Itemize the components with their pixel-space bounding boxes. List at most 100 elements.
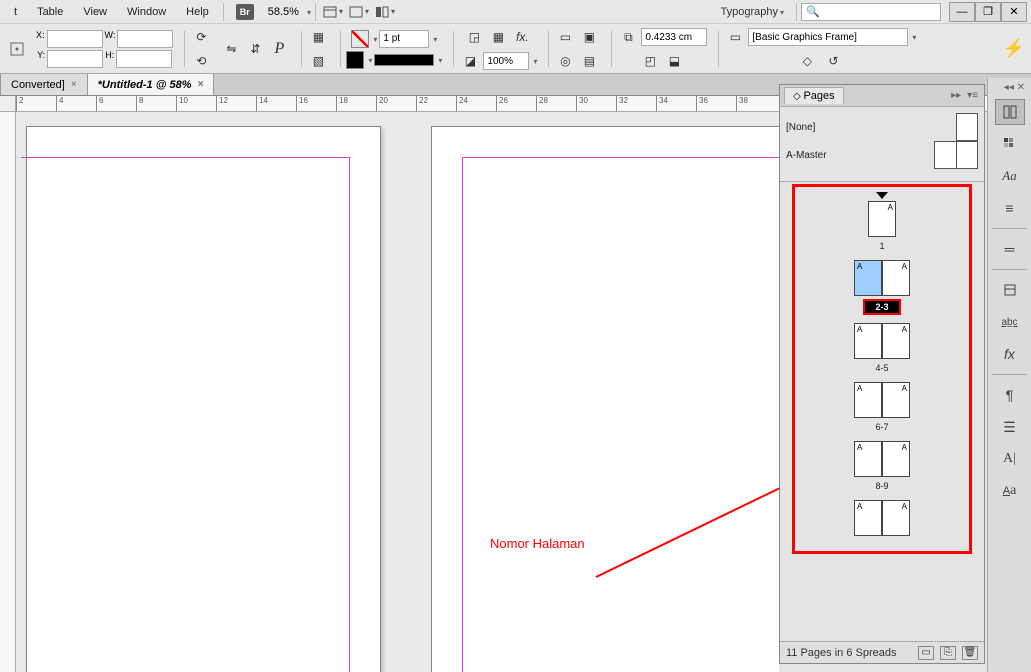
wrap-shape-icon[interactable]: ◎ xyxy=(554,50,576,72)
swatches-panel-icon[interactable] xyxy=(995,131,1025,157)
ruler-origin[interactable] xyxy=(0,96,16,112)
quick-apply-icon[interactable]: ⚡ xyxy=(1003,38,1025,59)
menu-item-window[interactable]: Window xyxy=(117,6,176,18)
flip-v-icon[interactable]: ⇵ xyxy=(244,38,266,60)
spread-block[interactable]: AA4-5 xyxy=(780,323,984,374)
screen-mode-icon[interactable] xyxy=(347,2,371,22)
menu-item-table[interactable]: Table xyxy=(27,6,73,18)
menu-item-help[interactable]: Help xyxy=(176,6,219,18)
spread-block[interactable]: A1 xyxy=(780,192,984,252)
spread-thumb[interactable]: AA xyxy=(854,323,910,359)
view-options-icon[interactable] xyxy=(321,2,345,22)
character-panel-icon[interactable]: Aa xyxy=(995,163,1025,189)
corner-shape-icon[interactable]: ◰ xyxy=(639,50,661,72)
spread-label[interactable] xyxy=(876,539,888,541)
page-thumb[interactable]: A xyxy=(882,500,910,536)
close-tab-icon[interactable]: × xyxy=(198,79,204,90)
text-icon[interactable]: P xyxy=(268,38,290,60)
spread-label[interactable]: 8-9 xyxy=(869,480,894,492)
menu-item-t[interactable]: t xyxy=(4,6,27,18)
close-button[interactable]: ✕ xyxy=(1001,2,1027,22)
page-thumb[interactable]: A xyxy=(854,500,882,536)
minimize-button[interactable]: — xyxy=(949,2,975,22)
links-panel-icon[interactable] xyxy=(995,277,1025,303)
edit-page-size-icon[interactable]: ▭ xyxy=(918,646,934,660)
wrap-bound-icon[interactable]: ▣ xyxy=(578,26,600,48)
doc-tab-1[interactable]: *Untitled-1 @ 58% × xyxy=(87,73,215,95)
page-thumb[interactable]: A xyxy=(854,441,882,477)
dim-field[interactable] xyxy=(641,28,707,46)
object-style-dropdown-icon[interactable] xyxy=(910,31,916,43)
para-style-panel-icon[interactable]: ¶ xyxy=(995,382,1025,408)
page-thumb[interactable]: A xyxy=(882,382,910,418)
corner-icon[interactable]: ◲ xyxy=(463,26,485,48)
master-none[interactable]: [None] xyxy=(786,122,815,133)
spread-thumb[interactable]: AA xyxy=(854,500,910,536)
fill-swatch[interactable] xyxy=(351,30,369,48)
spread-label[interactable]: 1 xyxy=(873,240,890,252)
delete-page-icon[interactable]: 🗑 xyxy=(962,646,978,660)
spread-thumb[interactable]: A xyxy=(868,201,896,237)
char-style-panel-icon[interactable]: A| xyxy=(995,446,1025,472)
zoom-dropdown-icon[interactable] xyxy=(305,6,311,18)
master-a-thumb[interactable] xyxy=(934,141,978,169)
rotate-ccw-icon[interactable]: ⟲ xyxy=(190,50,212,72)
close-tab-icon[interactable]: × xyxy=(71,79,77,90)
stroke-panel-icon[interactable]: ═ xyxy=(995,236,1025,262)
opacity-icon[interactable]: ▦ xyxy=(487,26,509,48)
menu-item-view[interactable]: View xyxy=(73,6,117,18)
bridge-icon[interactable]: Br xyxy=(236,4,254,20)
spread-block[interactable]: AA xyxy=(780,500,984,541)
doc-tab-0[interactable]: Converted] × xyxy=(0,73,88,95)
page-left[interactable] xyxy=(26,126,381,672)
w-field[interactable] xyxy=(117,30,173,48)
spread-label[interactable]: 2-3 xyxy=(863,299,900,315)
spread-thumb[interactable]: AA xyxy=(854,441,910,477)
fill-dropdown-icon[interactable] xyxy=(371,33,377,45)
drop-shadow-icon[interactable]: ◪ xyxy=(459,50,481,72)
stroke-style-dropdown-icon[interactable] xyxy=(436,54,442,66)
vertical-ruler[interactable] xyxy=(0,112,16,672)
panel-tab-pages[interactable]: ◇ Pages xyxy=(784,87,844,104)
opacity-dropdown-icon[interactable] xyxy=(531,55,537,67)
wrap-none-icon[interactable]: ▭ xyxy=(554,26,576,48)
page-thumb[interactable]: A xyxy=(882,323,910,359)
ref-point-icon[interactable] xyxy=(6,38,28,60)
obj-style-icon[interactable]: ▭ xyxy=(724,26,746,48)
flip-h-icon[interactable]: ⇋ xyxy=(220,38,242,60)
new-page-icon[interactable]: ⎘ xyxy=(940,646,956,660)
page-right[interactable] xyxy=(431,126,779,672)
stroke-weight-dropdown-icon[interactable] xyxy=(431,33,437,45)
fx-icon[interactable]: fx. xyxy=(511,26,533,48)
workspace-switcher[interactable]: Typography xyxy=(713,4,793,20)
pages-list[interactable]: A1AA2-3AA4-5AA6-7AA8-9AA xyxy=(780,182,984,641)
maximize-button[interactable]: ❐ xyxy=(975,2,1001,22)
panel-collapse-icon[interactable]: ▸▸ xyxy=(949,90,963,101)
page-thumb[interactable]: A xyxy=(854,323,882,359)
x-field[interactable] xyxy=(47,30,103,48)
object-style-field[interactable] xyxy=(748,28,908,46)
select-content-icon[interactable]: ▧ xyxy=(307,50,329,72)
lines-panel-icon[interactable]: ☰ xyxy=(995,414,1025,440)
panel-menu-icon[interactable]: ▾≡ xyxy=(965,90,980,101)
paragraph-panel-icon[interactable]: ≡ xyxy=(995,195,1025,221)
page-thumb[interactable]: A xyxy=(882,260,910,296)
spread-thumb[interactable]: AA xyxy=(854,382,910,418)
clear-override-icon[interactable]: ◇ xyxy=(796,50,818,72)
redefine-style-icon[interactable]: ↺ xyxy=(822,50,844,72)
h-field[interactable] xyxy=(116,50,172,68)
effects-panel-icon[interactable]: fx xyxy=(995,341,1025,367)
rotate-cw-icon[interactable]: ⟳ xyxy=(190,26,212,48)
opacity-field[interactable] xyxy=(483,52,529,70)
arrange-docs-icon[interactable] xyxy=(373,2,397,22)
wrap-jump-icon[interactable]: ▤ xyxy=(578,50,600,72)
stroke-color-dropdown-icon[interactable] xyxy=(366,54,372,66)
master-none-thumb[interactable] xyxy=(956,113,978,141)
page-thumb[interactable]: A xyxy=(882,441,910,477)
canvas[interactable]: Nomor Halaman xyxy=(16,112,779,672)
page-thumb[interactable]: A xyxy=(854,382,882,418)
abc-panel-icon[interactable]: ab̲c xyxy=(995,309,1025,335)
spread-block[interactable]: AA2-3 xyxy=(780,260,984,315)
search-input[interactable]: 🔍 xyxy=(801,3,941,21)
y-field[interactable] xyxy=(47,50,103,68)
